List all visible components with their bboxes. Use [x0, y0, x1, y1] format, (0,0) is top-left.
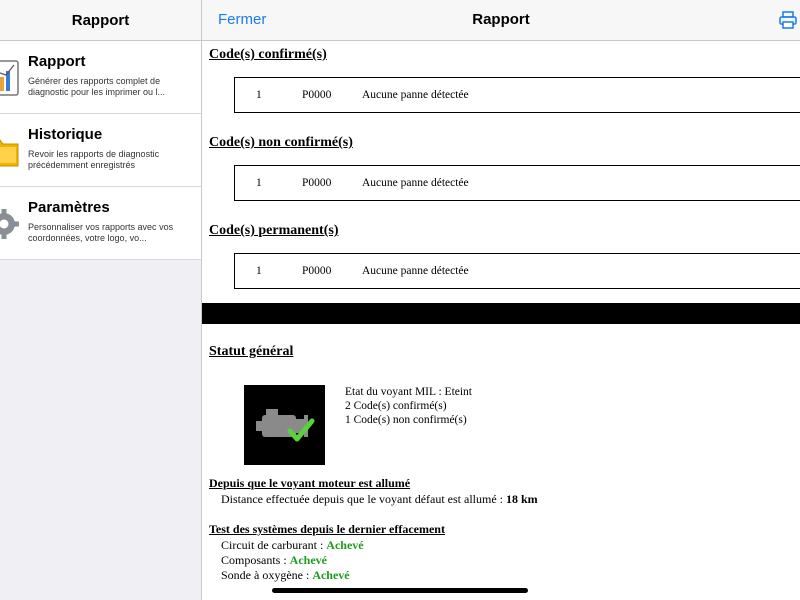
section-title-permanent: Code(s) permanent(s)	[209, 223, 339, 238]
printer-icon[interactable]	[778, 10, 798, 30]
test-label: Circuit de carburant :	[221, 538, 327, 552]
test-status: Achevé	[289, 553, 327, 567]
code-table-permanent: 1 P0000 Aucune panne détectée	[234, 253, 800, 289]
code-table-confirmed: 1 P0000 Aucune panne détectée	[234, 77, 800, 113]
test-line: Composants : Achevé	[221, 553, 327, 568]
distance-value: 18 km	[506, 492, 538, 506]
sidebar-item-subtitle: Personnaliser vos rapports avec vos coor…	[28, 222, 174, 243]
status-lines: Etat du voyant MIL : Eteint 2 Code(s) co…	[345, 385, 472, 427]
test-status: Achevé	[312, 568, 350, 582]
section-title-tests: Test des systèmes depuis le dernier effa…	[209, 522, 445, 536]
test-label: Sonde à oxygène :	[221, 568, 313, 582]
folder-history-icon	[0, 139, 19, 167]
sidebar-item-label: Rapport	[28, 53, 86, 70]
distance-label: Distance effectuée depuis que le voyant …	[221, 492, 506, 506]
report-content[interactable]: Code(s) confirmé(s) 1 P0000 Aucune panne…	[202, 41, 800, 600]
sidebar-title: Rapport	[71, 11, 130, 29]
status-line-confirmed: 2 Code(s) confirmé(s)	[345, 400, 447, 412]
code-row-code: P0000	[302, 265, 332, 277]
code-row-code: P0000	[302, 177, 332, 189]
sidebar-item-rapport[interactable]: Rapport Générer des rapports complet de …	[0, 41, 201, 114]
code-row-number: 1	[256, 177, 262, 189]
sidebar-item-subtitle: Revoir les rapports de diagnostic précéd…	[28, 149, 160, 170]
code-row-description: Aucune panne détectée	[362, 177, 469, 189]
sidebar-item-historique[interactable]: Historique Revoir les rapports de diagno…	[0, 114, 201, 187]
code-row-description: Aucune panne détectée	[362, 89, 469, 101]
sidebar-item-label: Paramètres	[28, 199, 110, 216]
code-table-unconfirmed: 1 P0000 Aucune panne détectée	[234, 165, 800, 201]
test-line: Sonde à oxygène : Achevé	[221, 568, 350, 583]
section-title-unconfirmed: Code(s) non confirmé(s)	[209, 135, 353, 150]
engine-check-icon	[244, 385, 325, 465]
distance-line: Distance effectuée depuis que le voyant …	[221, 492, 538, 507]
settings-gear-icon	[0, 209, 19, 239]
code-row-description: Aucune panne détectée	[362, 265, 469, 277]
section-divider	[202, 303, 800, 324]
home-indicator[interactable]	[272, 588, 528, 593]
sidebar: Rapport Rapport Générer des rapports com…	[0, 0, 202, 600]
code-row-number: 1	[256, 265, 262, 277]
status-line-mil: Etat du voyant MIL : Eteint	[345, 386, 473, 398]
sidebar-item-label: Historique	[28, 126, 103, 143]
sidebar-item-subtitle: Générer des rapports complet de diagnost…	[28, 76, 166, 97]
status-line-unconfirmed: 1 Code(s) non confirmé(s)	[345, 414, 467, 426]
sidebar-item-parametres[interactable]: Paramètres Personnaliser vos rapports av…	[0, 187, 201, 260]
sidebar-header: Rapport	[0, 0, 201, 41]
section-title-status: Statut général	[209, 344, 294, 359]
sidebar-list: Rapport Générer des rapports complet de …	[0, 41, 201, 260]
test-status: Achevé	[326, 538, 364, 552]
page-title: Rapport	[472, 11, 530, 28]
section-title-since-mil: Depuis que le voyant moteur est allumé	[209, 476, 411, 490]
test-line: Circuit de carburant : Achevé	[221, 538, 364, 553]
section-title-confirmed: Code(s) confirmé(s)	[209, 47, 327, 62]
report-chart-icon	[0, 60, 19, 96]
code-row-code: P0000	[302, 89, 332, 101]
test-label: Composants :	[221, 553, 290, 567]
code-row-number: 1	[256, 89, 262, 101]
detail-header: Fermer Rapport	[202, 0, 800, 41]
